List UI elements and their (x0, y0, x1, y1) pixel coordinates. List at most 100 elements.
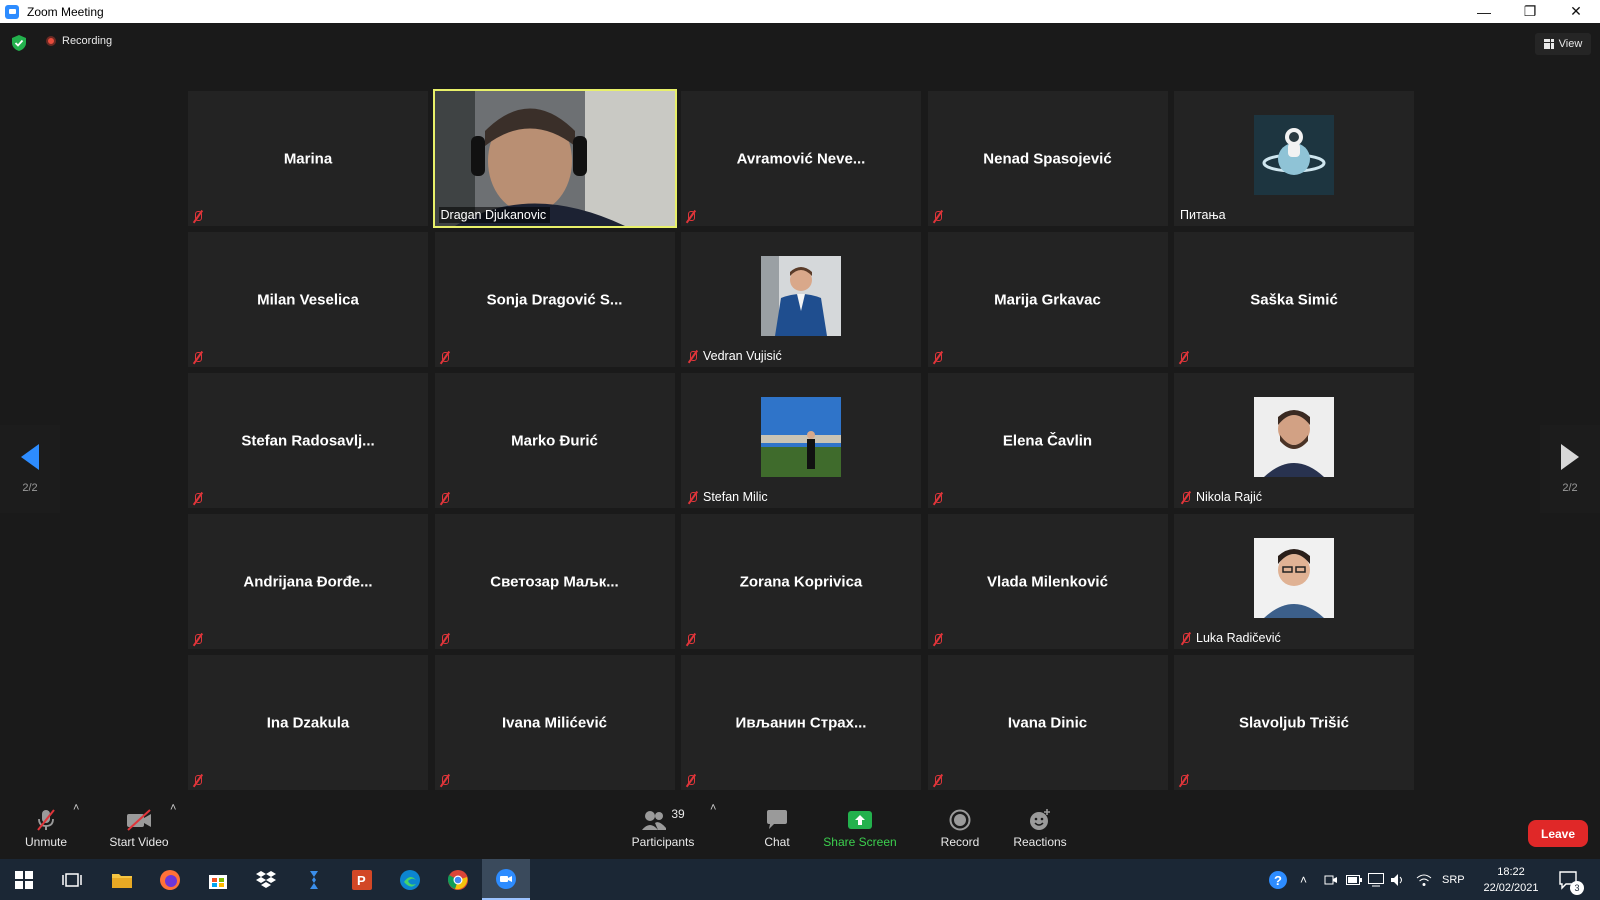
participant-tile[interactable]: Светозар Мaљк... (434, 514, 675, 649)
restore-button[interactable]: ❐ (1507, 0, 1553, 23)
participant-name: Zorana Koprivica (739, 573, 863, 590)
microsoft-store-icon[interactable] (194, 859, 242, 900)
profile-photo (1254, 396, 1334, 477)
start-video-button[interactable]: Start Video (104, 807, 174, 849)
profile-photo (1254, 537, 1334, 618)
chrome-icon[interactable] (434, 859, 482, 900)
reactions-button[interactable]: Reactions (1010, 807, 1070, 849)
encryption-shield-icon[interactable] (12, 35, 26, 51)
participant-tile[interactable]: Saška Simić (1174, 232, 1414, 367)
mic-muted-icon (192, 774, 203, 787)
participant-tile[interactable]: Zorana Koprivica (681, 514, 921, 649)
participant-tile[interactable]: Nikola Rajić (1174, 373, 1414, 508)
zoom-taskbar-icon[interactable] (482, 859, 530, 900)
close-button[interactable]: ✕ (1553, 0, 1599, 23)
participant-name: Nikola Rajić (1196, 490, 1262, 504)
svg-text:?: ? (1274, 873, 1282, 888)
record-label: Record (940, 835, 980, 849)
task-view-icon[interactable] (48, 859, 96, 900)
help-icon[interactable]: ? (1268, 859, 1288, 900)
participants-button[interactable]: 39 Participants (628, 807, 698, 849)
participant-tile[interactable]: Nenad Spasojević (927, 91, 1168, 226)
participant-tile[interactable]: Vlada Milenković (927, 514, 1168, 649)
view-button[interactable]: View (1535, 33, 1591, 55)
participant-tile[interactable]: Marija Grkavac (927, 232, 1168, 367)
participant-name-label: Nikola Rajić (1178, 489, 1266, 505)
video-options-caret-icon[interactable]: ˄ (170, 802, 176, 814)
participant-tile[interactable]: Milan Veselica (188, 232, 428, 367)
mic-muted-icon (687, 350, 698, 363)
participant-video (434, 91, 675, 226)
visual-studio-icon[interactable] (290, 859, 338, 900)
network-display-icon[interactable] (1368, 859, 1384, 900)
participant-tile[interactable]: Питања (1174, 91, 1414, 226)
unmute-button[interactable]: Unmute (22, 807, 70, 849)
participants-caret-icon[interactable]: ˄ (710, 802, 716, 814)
arrow-right-icon (1561, 444, 1579, 470)
file-explorer-icon[interactable] (98, 859, 146, 900)
participant-name: Andrijana Đorđe... (243, 573, 373, 590)
next-page-button[interactable]: 2/2 (1540, 425, 1600, 513)
action-center-icon[interactable]: 3 (1558, 859, 1584, 900)
mic-muted-icon (1178, 774, 1189, 787)
audio-options-caret-icon[interactable]: ˄ (73, 802, 79, 814)
mic-muted-icon (439, 633, 450, 646)
participant-name: Saška Simić (1250, 291, 1338, 308)
mic-muted-icon (932, 633, 943, 646)
zoom-app-icon (5, 4, 19, 19)
participants-icon: 39 (641, 807, 685, 833)
meet-now-icon[interactable] (1324, 859, 1338, 900)
taskbar-clock[interactable]: 18:22 22/02/2021 (1476, 864, 1546, 896)
show-hidden-icons-chevron-icon[interactable]: ˄ (1300, 859, 1307, 900)
participant-tile[interactable]: Stefan Milic (681, 373, 921, 508)
participant-tile[interactable]: Vedran Vujisić (681, 232, 921, 367)
participant-tile[interactable]: Avramović Neve... (681, 91, 921, 226)
meeting-toolbar: Unmute ˄ Start Video ˄ 39 Participants ˄ (0, 800, 1600, 859)
record-icon (949, 807, 971, 833)
participant-tile[interactable]: Andrijana Đorđe... (188, 514, 428, 649)
participant-name-label: Питања (1178, 207, 1230, 223)
participant-tile[interactable]: Sonja Dragović S... (434, 232, 675, 367)
windows-start-icon[interactable] (0, 859, 48, 900)
clock-date: 22/02/2021 (1483, 882, 1539, 894)
participant-name: Vedran Vujisić (703, 349, 782, 363)
recording-indicator[interactable]: Recording (46, 35, 112, 47)
share-screen-button[interactable]: Share Screen (820, 807, 900, 849)
participants-count: 39 (671, 807, 685, 821)
microphone-muted-icon (34, 807, 58, 833)
participant-tile[interactable]: Marko Đurić (434, 373, 675, 508)
participants-label: Participants (631, 835, 695, 849)
participant-name: Nenad Spasojević (983, 150, 1112, 167)
participant-tile[interactable]: Marina (188, 91, 428, 226)
chat-label: Chat (764, 835, 790, 849)
firefox-icon[interactable] (146, 859, 194, 900)
participant-tile[interactable]: Ivana Dinic (927, 655, 1168, 790)
edge-icon[interactable] (386, 859, 434, 900)
participant-tile[interactable]: Elena Čavlin (927, 373, 1168, 508)
chat-button[interactable]: Chat (750, 807, 804, 849)
record-button[interactable]: Record (932, 807, 988, 849)
recording-label: Recording (62, 35, 113, 47)
svg-text:P: P (357, 873, 366, 888)
participant-tile[interactable]: Ina Dzakula (188, 655, 428, 790)
participant-tile-active-speaker[interactable]: Dragan Djukanovic (432, 89, 677, 228)
participant-tile[interactable]: Luka Radičević (1174, 514, 1414, 649)
input-language[interactable]: SRP (1442, 859, 1465, 900)
wifi-icon[interactable] (1416, 859, 1432, 900)
windows-taskbar: P ? ˄ SRP 18:22 22/02/2021 3 (0, 859, 1600, 900)
dropbox-icon[interactable] (242, 859, 290, 900)
chat-icon (765, 807, 789, 833)
mic-muted-icon (1180, 491, 1191, 504)
minimize-button[interactable]: — (1461, 0, 1507, 23)
participant-tile[interactable]: Stefan Radosavlj... (188, 373, 428, 508)
battery-icon[interactable] (1346, 859, 1362, 900)
mic-muted-icon (932, 351, 943, 364)
leave-button[interactable]: Leave (1528, 820, 1588, 847)
powerpoint-icon[interactable]: P (338, 859, 386, 900)
participant-tile[interactable]: Ivana Milićević (434, 655, 675, 790)
participant-tile[interactable]: Slavoljub Trišić (1174, 655, 1414, 790)
participant-tile[interactable]: Ивљанин Страх... (681, 655, 921, 790)
volume-icon[interactable] (1390, 859, 1406, 900)
previous-page-button[interactable]: 2/2 (0, 425, 60, 513)
participant-name-label: Vedran Vujisić (685, 348, 786, 364)
